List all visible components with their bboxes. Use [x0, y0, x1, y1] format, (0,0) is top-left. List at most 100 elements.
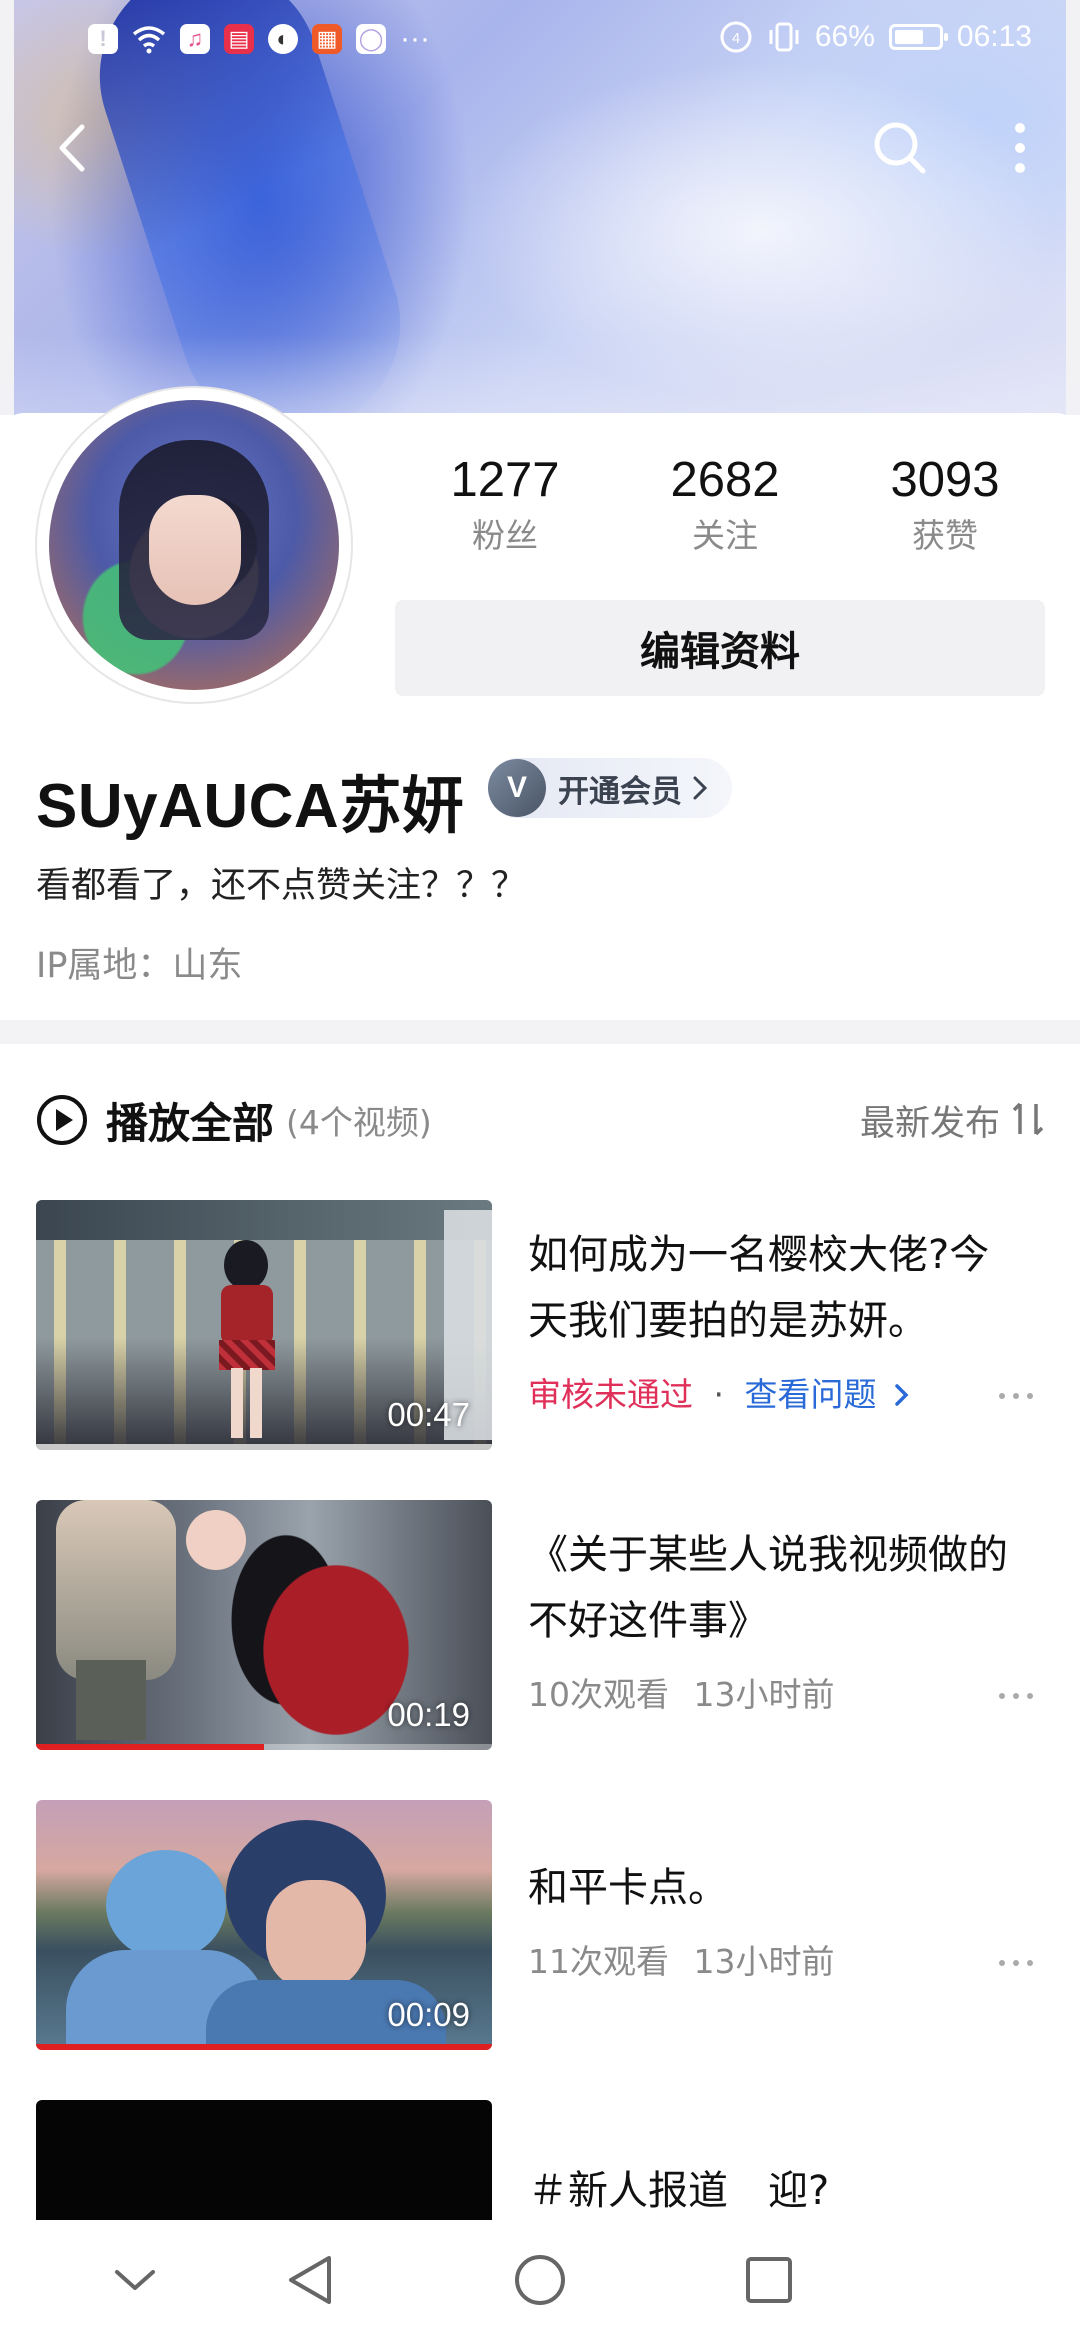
watch-progress	[36, 2044, 492, 2050]
sort-label: 最新发布	[859, 1103, 1000, 1144]
watch-progress	[36, 1744, 264, 1750]
video-thumbnail[interactable]: 00:19	[36, 1500, 492, 1750]
video-duration: 00:47	[387, 1396, 470, 1433]
video-more-button[interactable]	[986, 1943, 1046, 1983]
nav-back-button[interactable]	[265, 2235, 355, 2325]
circle-home-icon	[515, 2255, 565, 2305]
ip-location: IP属地：山东	[36, 946, 243, 986]
avatar-image	[49, 400, 339, 690]
thumb-character-leg	[250, 1368, 262, 1438]
edit-profile-button[interactable]: 编辑资料	[395, 600, 1045, 696]
search-icon	[874, 122, 926, 174]
video-meta: 10次观看 13小时前	[528, 1668, 835, 1716]
search-button[interactable]	[860, 108, 940, 188]
profile-bio: 看都看了，还不点赞关注？？？	[36, 866, 527, 906]
meta-separator: ·	[713, 1375, 725, 1414]
video-item: ＃新人报道 迎?	[36, 2100, 1046, 2220]
hide-nav-button[interactable]	[90, 2235, 180, 2325]
view-issue-label: 查看问题	[744, 1375, 877, 1414]
more-vertical-icon	[1015, 123, 1025, 173]
play-all-button[interactable]: 播放全部 (4个视频)	[36, 1090, 432, 1151]
back-button[interactable]	[32, 108, 112, 188]
video-title[interactable]: 和平卡点。	[528, 1855, 1028, 1921]
sort-icon	[1012, 1102, 1044, 1136]
thumb-character-face	[266, 1880, 366, 1990]
system-status: 4 66% 06:13	[719, 20, 1032, 54]
vip-badge-button[interactable]: V 开通会员	[488, 758, 732, 818]
stat-likes[interactable]: 3093 获赞	[835, 450, 1055, 560]
svg-text:4: 4	[732, 30, 740, 47]
reader-app-icon: ▤	[224, 24, 254, 54]
video-title[interactable]: 《关于某些人说我视频做的不好这件事》	[528, 1522, 1028, 1654]
thumb-figure-shorts	[76, 1660, 146, 1740]
avatar[interactable]	[37, 388, 351, 702]
play-circle-icon	[37, 1095, 87, 1145]
nav-home-button[interactable]	[495, 2235, 585, 2325]
video-thumbnail[interactable]	[36, 2100, 492, 2220]
vip-icon: V	[488, 759, 546, 817]
system-nav-bar	[0, 2220, 1080, 2340]
video-more-button[interactable]	[986, 1676, 1046, 1716]
sort-button[interactable]: 最新发布	[860, 1095, 1046, 1146]
stat-label: 关注	[692, 516, 758, 555]
chevron-right-icon	[895, 1384, 909, 1406]
video-item: 00:19 《关于某些人说我视频做的不好这件事》 10次观看 13小时前	[36, 1500, 1046, 1750]
video-more-button[interactable]	[986, 1376, 1046, 1416]
time-ago: 13小时前	[693, 1942, 835, 1981]
thumb-character-jacket	[221, 1285, 273, 1345]
video-item: 00:47 如何成为一名樱校大佬?今天我们要拍的是苏妍。 审核未通过 · 查看问…	[36, 1200, 1046, 1450]
status-bar: ! ♫ ▤ ◐ ▦ ◯ ··· 4 66% 06:13	[0, 0, 1080, 80]
wifi-icon	[132, 26, 166, 54]
battery-level	[894, 30, 923, 44]
video-duration: 00:19	[387, 1696, 470, 1733]
review-status: 审核未通过	[528, 1375, 693, 1414]
more-horizontal-icon	[999, 1393, 1033, 1399]
chevron-left-icon	[59, 124, 85, 172]
section-divider	[0, 1020, 1080, 1044]
time-ago: 13小时前	[693, 1675, 835, 1714]
stat-label: 粉丝	[472, 516, 538, 555]
video-title[interactable]: ＃新人报道 迎?	[528, 2158, 1028, 2220]
more-notifications-indicator: ···	[400, 22, 430, 55]
video-item: 00:09 和平卡点。 11次观看 13小时前	[36, 1800, 1046, 2050]
video-title[interactable]: 如何成为一名樱校大佬?今天我们要拍的是苏妍。	[528, 1222, 1028, 1354]
thumb-face	[186, 1510, 246, 1570]
music-app-icon: ♫	[180, 24, 210, 54]
thumb-figure	[56, 1500, 176, 1680]
clock: 06:13	[956, 20, 1032, 53]
thumb-character-hair	[106, 1850, 226, 1960]
video-thumbnail[interactable]: 00:09	[36, 1800, 492, 2050]
more-menu-button[interactable]	[980, 108, 1060, 188]
profile-stats: 1277 粉丝 2682 关注 3093 获赞	[395, 450, 1055, 560]
square-recents-icon	[746, 2257, 792, 2303]
stat-label: 获赞	[912, 516, 978, 555]
store-app-icon: ▦	[312, 24, 342, 54]
thumb-character-hair	[224, 1240, 268, 1290]
nav-recents-button[interactable]	[724, 2235, 814, 2325]
username: SUyAUCA苏妍	[36, 772, 465, 841]
chevron-down-icon	[115, 2270, 155, 2290]
alert-icon: !	[88, 24, 118, 54]
video-count: (4个视频)	[286, 1103, 432, 1142]
stat-value: 3093	[890, 453, 1000, 507]
stat-following[interactable]: 2682 关注	[615, 450, 835, 560]
gallery-app-icon: ◯	[356, 24, 386, 54]
view-count: 11次观看	[528, 1942, 669, 1981]
view-count: 10次观看	[528, 1675, 669, 1714]
thumb-character-leg	[231, 1368, 243, 1438]
ball-app-icon: ◐	[268, 24, 298, 54]
video-thumbnail[interactable]: 00:47	[36, 1200, 492, 1450]
video-duration: 00:09	[387, 1996, 470, 2033]
more-horizontal-icon	[999, 1693, 1033, 1699]
stat-followers[interactable]: 1277 粉丝	[395, 450, 615, 560]
vip-badge-label: 开通会员	[558, 773, 682, 810]
video-meta: 11次观看 13小时前	[528, 1935, 835, 1983]
vibrate-icon	[769, 22, 799, 52]
battery-icon	[888, 24, 948, 50]
chevron-right-icon	[693, 776, 708, 800]
thumb-character-skirt	[219, 1340, 275, 1370]
stat-value: 1277	[450, 453, 560, 507]
battery-percent: 66%	[814, 20, 875, 53]
view-issue-link[interactable]: 查看问题	[745, 1375, 912, 1414]
more-horizontal-icon	[999, 1960, 1033, 1966]
